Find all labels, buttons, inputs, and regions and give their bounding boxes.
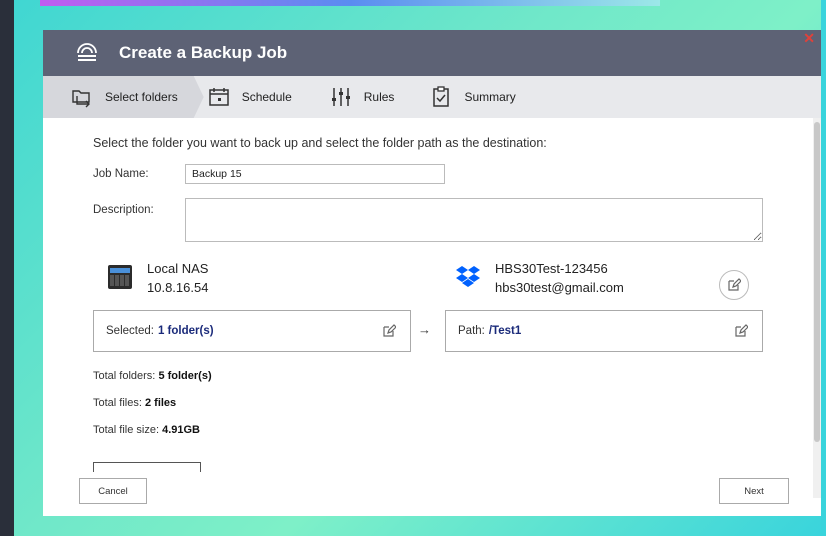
edit-icon xyxy=(728,278,741,291)
path-value: /Test1 xyxy=(488,325,522,337)
step-rules[interactable]: Rules xyxy=(330,76,395,118)
dialog-titlebar: Create a Backup Job xyxy=(43,30,821,76)
job-name-label: Job Name: xyxy=(93,168,149,180)
sliders-icon xyxy=(331,88,350,106)
description-label: Description: xyxy=(93,204,154,216)
dialog-content: Select the folder you want to back up an… xyxy=(43,118,821,436)
nas-device-icon xyxy=(108,265,132,289)
description-row: Description: xyxy=(93,198,771,242)
total-size-label: Total file size: xyxy=(93,424,160,436)
total-folders-value: 5 folder(s) xyxy=(158,370,212,382)
stats-section: Total folders: 5 folder(s) Total files: … xyxy=(93,370,771,436)
source-selection-box[interactable]: Selected: 1 folder(s) xyxy=(93,310,411,352)
selection-boxes: Selected: 1 folder(s) → Path: /Test1 xyxy=(93,310,771,354)
source-name: Local NAS xyxy=(147,261,209,276)
destination-name: HBS30Test-123456 xyxy=(495,261,608,276)
clipped-button[interactable] xyxy=(93,462,201,472)
next-button[interactable]: Next xyxy=(719,478,789,504)
scrollbar-thumb[interactable] xyxy=(814,122,820,442)
destination-path-box[interactable]: Path: /Test1 xyxy=(445,310,763,352)
calendar-icon xyxy=(208,88,229,106)
step-select-folders[interactable]: Select folders xyxy=(43,76,204,118)
step-summary[interactable]: Summary xyxy=(430,76,516,118)
edit-icon[interactable] xyxy=(382,324,396,338)
source-ip: 10.8.16.54 xyxy=(147,280,209,295)
step-label: Rules xyxy=(363,90,395,104)
step-label: Schedule xyxy=(241,90,292,104)
step-label: Summary xyxy=(464,90,516,104)
folder-arrow-icon xyxy=(71,86,93,108)
arrow-right-icon: → xyxy=(418,322,431,337)
dialog-title: Create a Backup Job xyxy=(119,43,288,62)
endpoints-row: Local NAS 10.8.16.54 HBS30Test-123456 hb… xyxy=(93,260,771,310)
cancel-button[interactable]: Cancel xyxy=(79,478,147,504)
total-files-label: Total files: xyxy=(93,397,142,409)
scrollbar[interactable] xyxy=(813,118,821,498)
description-field[interactable] xyxy=(185,198,763,242)
source-endpoint: Local NAS 10.8.16.54 xyxy=(107,260,208,297)
instruction-text: Select the folder you want to back up an… xyxy=(93,136,547,150)
step-label: Select folders xyxy=(105,90,178,104)
destination-endpoint: HBS30Test-123456 hbs30test@gmail.com xyxy=(455,260,624,297)
wizard-steps: Select folders Schedule Rules Summary xyxy=(43,76,821,118)
total-folders-label: Total folders: xyxy=(93,370,156,382)
background-window-edge xyxy=(0,0,14,536)
backup-job-icon xyxy=(77,43,97,61)
job-name-row: Job Name: xyxy=(93,164,771,184)
close-icon[interactable]: ✕ xyxy=(803,30,815,47)
background-gradient-bar xyxy=(40,0,660,6)
background-edge xyxy=(821,0,826,536)
job-name-field[interactable] xyxy=(185,164,445,184)
path-label: Path: xyxy=(458,325,485,337)
total-size: Total file size: 4.91GB xyxy=(93,424,771,436)
edit-icon[interactable] xyxy=(734,324,748,338)
edit-destination-button[interactable] xyxy=(719,270,749,300)
total-files: Total files: 2 files xyxy=(93,397,771,409)
selected-label: Selected: xyxy=(106,325,154,337)
destination-account: hbs30test@gmail.com xyxy=(495,280,624,295)
clipboard-icon xyxy=(433,86,450,107)
total-size-value: 4.91GB xyxy=(162,424,201,436)
selected-value: 1 folder(s) xyxy=(157,325,214,337)
step-schedule[interactable]: Schedule xyxy=(208,76,292,118)
total-folders: Total folders: 5 folder(s) xyxy=(93,370,771,382)
total-files-value: 2 files xyxy=(144,397,177,409)
dropbox-icon xyxy=(456,266,480,287)
backup-job-dialog: Create a Backup Job ✕ Select folders Sch… xyxy=(43,30,821,516)
